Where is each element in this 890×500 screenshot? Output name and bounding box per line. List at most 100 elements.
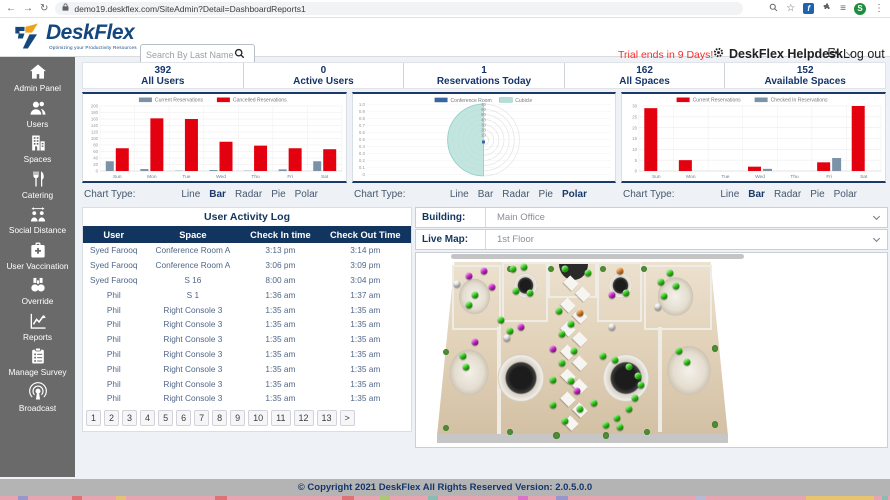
status-dot-green[interactable] (512, 287, 520, 295)
forward-icon[interactable]: → (23, 0, 33, 18)
menu-dots-icon[interactable]: ⋮ (874, 0, 884, 18)
chart-type-polar[interactable]: Polar (562, 189, 587, 200)
chart-type-line[interactable]: Line (181, 189, 200, 200)
page-button-13[interactable]: 13 (316, 409, 337, 426)
status-dot-green[interactable] (526, 289, 534, 297)
status-dot-green[interactable] (549, 401, 557, 409)
bookmark-star-icon[interactable]: ☆ (786, 0, 795, 18)
extensions-puzzle-icon[interactable] (822, 2, 832, 15)
chart-type-polar[interactable]: Polar (295, 189, 318, 200)
status-dot-green[interactable] (567, 320, 575, 328)
page-button->[interactable]: > (339, 409, 355, 426)
sidebar-item-override[interactable]: Override (0, 275, 75, 306)
status-dot-green[interactable] (611, 356, 618, 364)
page-button-5[interactable]: 5 (158, 409, 174, 426)
page-button-8[interactable]: 8 (212, 409, 228, 426)
sidebar-item-broadcast[interactable]: Broadcast (0, 381, 75, 413)
page-button-3[interactable]: 3 (122, 409, 138, 426)
deskflex-extension-icon[interactable]: f (803, 3, 815, 14)
status-dot-green[interactable] (657, 278, 665, 286)
status-dot-magenta[interactable] (573, 387, 581, 394)
status-dot-magenta[interactable] (471, 338, 479, 346)
chart-type-bar[interactable]: Bar (478, 189, 494, 200)
status-dot-green[interactable] (561, 265, 569, 273)
url-bar[interactable]: demo19.deskflex.com/SiteAdmin?Detail=Das… (55, 2, 744, 15)
sidebar-item-reports[interactable]: Reports (0, 311, 75, 342)
sidebar-item-social-distance[interactable]: Social Distance (0, 204, 75, 235)
chart-type-line[interactable]: Line (720, 189, 739, 200)
status-dot-green[interactable] (509, 265, 517, 273)
chart-type-pie[interactable]: Pie (539, 189, 553, 200)
status-dot-green[interactable] (602, 421, 610, 429)
status-dot-green[interactable] (613, 414, 621, 422)
chart-type-bar[interactable]: Bar (209, 189, 226, 200)
status-dot-green[interactable] (584, 269, 592, 277)
status-dot-green[interactable] (599, 352, 607, 360)
building-select[interactable]: Building: Main Office (415, 207, 888, 228)
status-dot-magenta[interactable] (480, 267, 488, 275)
status-dot-green[interactable] (558, 330, 566, 338)
map-scrollbar[interactable] (451, 254, 744, 259)
status-dot-magenta[interactable] (608, 291, 616, 299)
page-button-7[interactable]: 7 (194, 409, 210, 426)
page-button-12[interactable]: 12 (293, 409, 314, 426)
page-button-11[interactable]: 11 (271, 409, 291, 426)
refresh-icon[interactable]: ↻ (40, 0, 48, 18)
status-dot-magenta[interactable] (517, 323, 525, 331)
page-button-6[interactable]: 6 (176, 409, 192, 426)
status-dot-white[interactable] (654, 303, 662, 311)
status-dot-orange[interactable] (576, 309, 584, 317)
search-input[interactable] (146, 49, 234, 60)
chart-type-pie[interactable]: Pie (271, 189, 285, 200)
magnifier-icon[interactable] (234, 46, 245, 64)
page-button-2[interactable]: 2 (104, 409, 120, 426)
status-dot-green[interactable] (567, 377, 575, 385)
status-dot-green[interactable] (683, 358, 691, 366)
logout-button[interactable]: Log out (826, 46, 885, 62)
sidebar-item-users[interactable]: Users (0, 98, 75, 129)
status-dot-green[interactable] (616, 423, 624, 431)
sidebar-item-user-vaccination[interactable]: User Vaccination (0, 240, 75, 271)
status-dot-green[interactable] (631, 394, 639, 402)
reading-list-icon[interactable]: ≡ (840, 0, 846, 18)
status-dot-green[interactable] (576, 405, 584, 413)
sidebar-item-catering[interactable]: Catering (0, 169, 75, 200)
status-dot-white[interactable] (608, 323, 616, 331)
page-button-4[interactable]: 4 (140, 409, 156, 426)
chart-type-radar[interactable]: Radar (502, 189, 529, 200)
status-dot-green[interactable] (570, 347, 578, 355)
status-dot-green[interactable] (471, 291, 479, 299)
search-icon[interactable] (769, 3, 778, 15)
status-dot-green[interactable] (520, 263, 528, 271)
page-button-9[interactable]: 9 (230, 409, 246, 426)
status-dot-green[interactable] (622, 289, 630, 297)
chart-type-pie[interactable]: Pie (810, 189, 824, 200)
status-dot-green[interactable] (558, 359, 566, 367)
status-dot-white[interactable] (503, 334, 511, 342)
chart-type-bar[interactable]: Bar (748, 189, 765, 200)
status-dot-green[interactable] (672, 282, 680, 290)
sidebar-item-admin-panel[interactable]: Admin Panel (0, 62, 75, 93)
status-dot-green[interactable] (555, 307, 563, 315)
status-dot-green[interactable] (549, 376, 557, 384)
status-dot-green[interactable] (625, 405, 633, 413)
status-dot-white[interactable] (453, 280, 461, 288)
sidebar-item-manage-survey[interactable]: Manage Survey (0, 346, 75, 377)
chart-type-radar[interactable]: Radar (774, 189, 801, 200)
status-dot-green[interactable] (497, 316, 505, 324)
status-dot-magenta[interactable] (488, 283, 496, 291)
chart-type-line[interactable]: Line (450, 189, 469, 200)
status-dot-green[interactable] (506, 327, 514, 335)
page-button-1[interactable]: 1 (86, 409, 102, 426)
status-dot-green[interactable] (666, 269, 674, 277)
status-dot-green[interactable] (590, 399, 598, 407)
status-dot-green[interactable] (625, 363, 633, 371)
status-dot-green[interactable] (637, 381, 645, 389)
sidebar-item-spaces[interactable]: Spaces (0, 133, 75, 164)
status-dot-orange[interactable] (616, 267, 624, 275)
chart-type-polar[interactable]: Polar (834, 189, 857, 200)
status-dot-green[interactable] (561, 417, 569, 425)
status-dot-green[interactable] (459, 352, 467, 360)
livemap-select[interactable]: Live Map: 1st Floor (415, 229, 888, 250)
status-dot-green[interactable] (462, 363, 470, 371)
